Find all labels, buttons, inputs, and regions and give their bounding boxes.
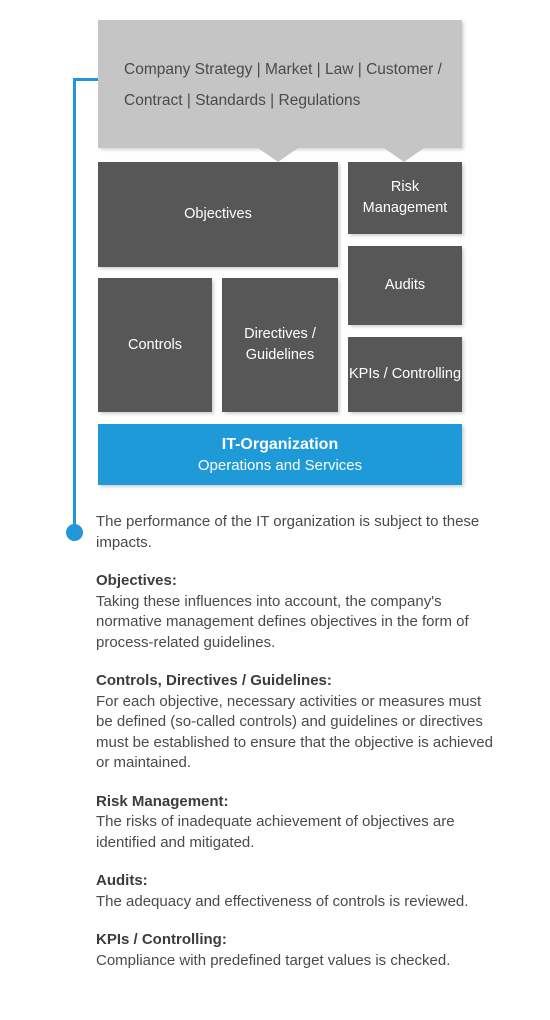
section-controls-directives-heading-colon: : bbox=[326, 672, 332, 689]
box-audits: Audits bbox=[348, 246, 462, 325]
section-risk-management-heading: Risk Management bbox=[96, 792, 224, 810]
it-organization-bar: IT-Organization Operations and Services bbox=[98, 424, 462, 485]
box-kpis-controlling: KPIs / Controlling bbox=[348, 337, 462, 412]
box-objectives: Objectives bbox=[98, 162, 338, 267]
section-risk-management-heading-colon: : bbox=[223, 792, 229, 810]
intro-paragraph: The performance of the IT organization i… bbox=[96, 512, 496, 553]
section-audits: Audits: The adequacy and effectiveness o… bbox=[96, 871, 496, 912]
influences-callout-text: Company Strategy | Market | Law | Custom… bbox=[124, 61, 442, 109]
section-risk-management: Risk Management: The risks of inadequate… bbox=[96, 792, 496, 854]
section-objectives: Objectives: Taking these influences into… bbox=[96, 571, 496, 653]
section-audits-heading-colon: : bbox=[142, 872, 148, 889]
box-objectives-label: Objectives bbox=[184, 206, 252, 222]
it-organization-subtitle: Operations and Services bbox=[197, 456, 363, 474]
section-objectives-heading: Objectives bbox=[96, 572, 172, 589]
box-controls: Controls bbox=[98, 278, 212, 412]
explanatory-text-block: The performance of the IT organization i… bbox=[96, 512, 496, 971]
connector-vertical-line bbox=[73, 78, 76, 530]
influences-callout-box: Company Strategy | Market | Law | Custom… bbox=[98, 20, 462, 148]
box-directives-guidelines: Directives / Guidelines bbox=[222, 278, 338, 412]
box-audits-label: Audits bbox=[384, 277, 426, 293]
callout-tail-right-icon bbox=[384, 148, 424, 162]
section-audits-heading: Audits bbox=[96, 872, 143, 889]
section-kpis-controlling-body: Compliance with predefined target values… bbox=[96, 951, 451, 969]
diagram-page: Company Strategy | Market | Law | Custom… bbox=[0, 0, 550, 1020]
box-directives-guidelines-label: Directives / Guidelines bbox=[244, 326, 316, 363]
section-kpis-controlling-heading-colon: : bbox=[221, 931, 227, 948]
callout-tail-left-icon bbox=[258, 148, 298, 162]
section-audits-body: The adequacy and effectiveness of contro… bbox=[96, 892, 469, 910]
section-kpis-controlling-heading: KPIs / Controlling bbox=[96, 931, 222, 948]
box-risk-management-label: Risk Management bbox=[362, 179, 448, 216]
it-organization-title: IT-Organization bbox=[221, 435, 339, 453]
section-controls-directives-heading: Controls, Directives / Guidelines bbox=[96, 672, 327, 689]
connector-endpoint-dot-icon bbox=[66, 524, 83, 541]
connector-horizontal-line bbox=[73, 78, 99, 81]
section-kpis-controlling: KPIs / Controlling: Compliance with pred… bbox=[96, 930, 496, 971]
section-objectives-heading-colon: : bbox=[171, 572, 177, 589]
section-controls-directives: Controls, Directives / Guidelines: For e… bbox=[96, 671, 496, 774]
box-kpis-controlling-label: KPIs / Controlling bbox=[348, 366, 462, 382]
intro-paragraph-text: The performance of the IT organization i… bbox=[96, 513, 480, 551]
section-risk-management-body: The risks of inadequate achievement of o… bbox=[96, 813, 455, 851]
section-controls-directives-body: For each objective, necessary activities… bbox=[96, 692, 493, 772]
box-controls-label: Controls bbox=[128, 336, 182, 353]
box-risk-management: Risk Management bbox=[348, 162, 462, 234]
section-objectives-body: Taking these influences into account, th… bbox=[96, 592, 469, 651]
